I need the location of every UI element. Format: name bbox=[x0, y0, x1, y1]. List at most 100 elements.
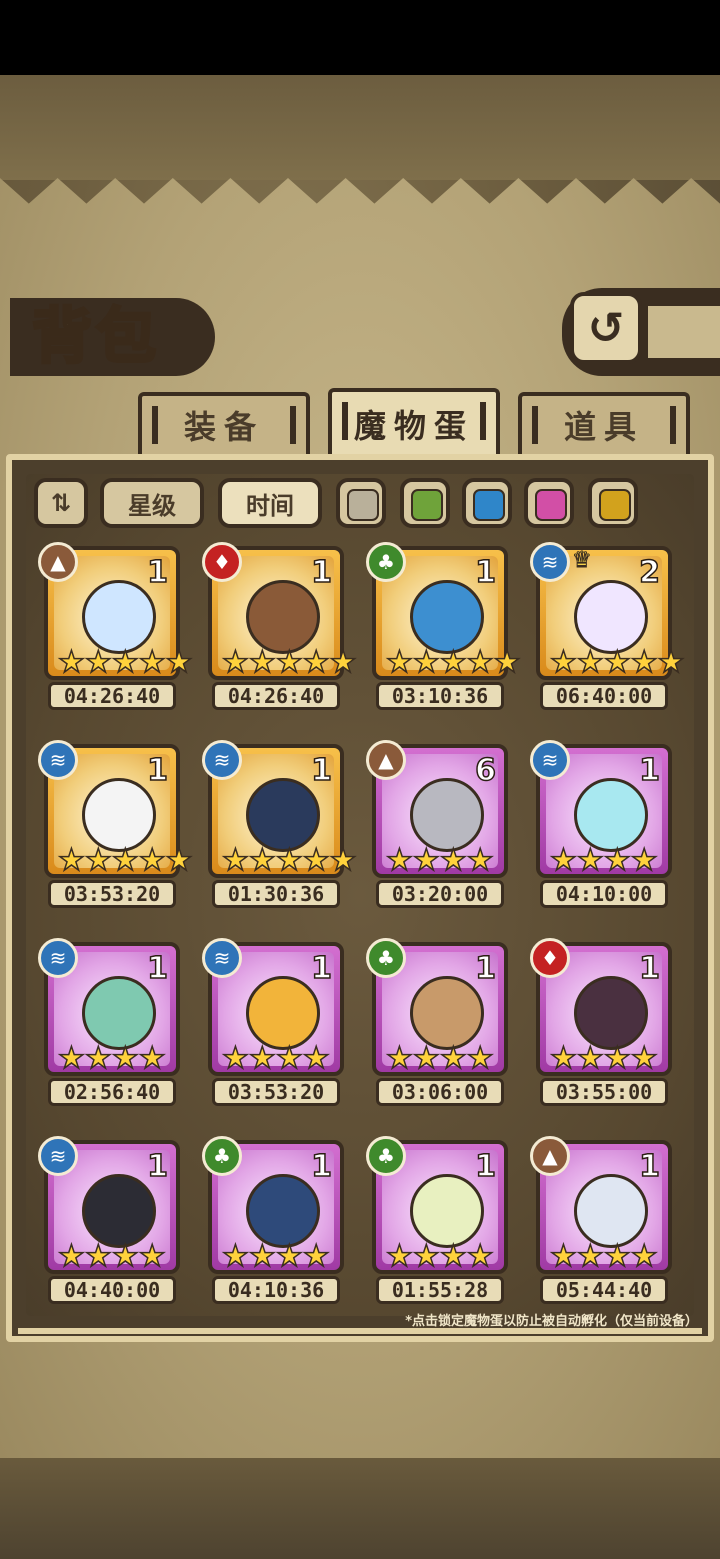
egg-card[interactable]: 1 ★ ★ ★ ★ ≋ 03:53:20 bbox=[202, 938, 348, 1112]
star-rating: ★ ★ ★ ★ bbox=[549, 1041, 658, 1076]
egg-image bbox=[246, 778, 320, 852]
egg-card[interactable]: 1 ★ ★ ★ ★ ★ ♦ 04:26:40 bbox=[202, 542, 357, 716]
star-icon: ★ bbox=[111, 1239, 139, 1274]
star-rating: ★ ★ ★ ★ ★ bbox=[385, 645, 521, 680]
egg-count: 1 bbox=[146, 1148, 168, 1185]
hatch-timer: 01:30:36 bbox=[212, 880, 340, 908]
star-icon: ★ bbox=[603, 1041, 631, 1076]
tab-items[interactable]: 道具 bbox=[518, 392, 690, 454]
rarity-filter-blue[interactable] bbox=[462, 478, 512, 528]
egg-count: 1 bbox=[474, 554, 496, 591]
hatch-timer: 04:26:40 bbox=[48, 682, 176, 710]
egg-card[interactable]: 1 ★ ★ ★ ★ ★ ▲ 04:26:40 bbox=[38, 542, 193, 716]
page-title: 背包 bbox=[31, 301, 160, 374]
star-icon: ★ bbox=[275, 1041, 303, 1076]
star-icon: ★ bbox=[302, 1239, 330, 1274]
star-icon: ★ bbox=[439, 1041, 467, 1076]
element-water-icon: ≋ bbox=[202, 938, 242, 978]
egg-card[interactable]: 1 ★ ★ ★ ★ ♦ 03:55:00 bbox=[530, 938, 676, 1112]
map-band-bottom bbox=[0, 1455, 720, 1559]
filter-time-button[interactable]: 时间 bbox=[218, 478, 322, 528]
swatch-fill bbox=[599, 489, 631, 521]
star-icon: ★ bbox=[412, 843, 440, 878]
hatch-timer: 04:10:00 bbox=[540, 880, 668, 908]
hatch-timer: 03:55:00 bbox=[540, 1078, 668, 1106]
element-leaf-icon: ♣ bbox=[202, 1136, 242, 1176]
egg-count: 1 bbox=[638, 950, 660, 987]
star-icon: ★ bbox=[466, 645, 494, 680]
back-button[interactable]: ↺ bbox=[570, 292, 642, 364]
egg-card[interactable]: 1 ★ ★ ★ ★ ≋ 04:10:00 bbox=[530, 740, 676, 914]
star-icon: ★ bbox=[385, 645, 413, 680]
star-rating: ★ ★ ★ ★ bbox=[549, 843, 658, 878]
egg-count: 1 bbox=[310, 554, 332, 591]
element-water-icon: ≋ bbox=[202, 740, 242, 780]
star-icon: ★ bbox=[111, 645, 139, 680]
element-fire-icon: ♦ bbox=[202, 542, 242, 582]
star-icon: ★ bbox=[302, 1041, 330, 1076]
star-icon: ★ bbox=[165, 843, 193, 878]
egg-card[interactable]: 1 ★ ★ ★ ★ ♣ 03:06:00 bbox=[366, 938, 512, 1112]
sort-toggle-button[interactable]: ⇅ bbox=[34, 478, 88, 528]
hatch-timer: 03:53:20 bbox=[212, 1078, 340, 1106]
egg-image bbox=[410, 580, 484, 654]
star-icon: ★ bbox=[439, 645, 467, 680]
star-icon: ★ bbox=[57, 645, 85, 680]
egg-image bbox=[410, 976, 484, 1050]
star-icon: ★ bbox=[549, 1239, 577, 1274]
rarity-filter-gray[interactable] bbox=[336, 478, 386, 528]
hatch-timer: 03:06:00 bbox=[376, 1078, 504, 1106]
element-water-icon: ≋ bbox=[530, 542, 570, 582]
hatch-timer: 04:10:36 bbox=[212, 1276, 340, 1304]
rarity-filter-pink[interactable] bbox=[524, 478, 574, 528]
tab-monster-egg[interactable]: 魔物蛋 bbox=[328, 388, 500, 456]
star-icon: ★ bbox=[630, 645, 658, 680]
egg-card[interactable]: 1 ★ ★ ★ ★ ≋ 04:40:00 bbox=[38, 1136, 184, 1310]
egg-image bbox=[410, 778, 484, 852]
star-icon: ★ bbox=[549, 645, 577, 680]
rarity-filter-gold[interactable] bbox=[588, 478, 638, 528]
star-icon: ★ bbox=[630, 1239, 658, 1274]
egg-card[interactable]: 1 ★ ★ ★ ★ ▲ 05:44:40 bbox=[530, 1136, 676, 1310]
egg-count: 2 bbox=[638, 554, 660, 591]
tab-equipment[interactable]: 装备 bbox=[138, 392, 310, 454]
star-rating: ★ ★ ★ ★ ★ bbox=[57, 843, 193, 878]
tab-divider bbox=[342, 402, 348, 440]
filter-star-button[interactable]: 星级 bbox=[100, 478, 204, 528]
egg-card[interactable]: 1 ★ ★ ★ ★ ★ ≋ 03:53:20 bbox=[38, 740, 193, 914]
star-rating: ★ ★ ★ ★ bbox=[221, 1041, 330, 1076]
star-rating: ★ ★ ★ ★ bbox=[57, 1043, 166, 1075]
rarity-filter-green[interactable] bbox=[400, 478, 450, 528]
swatch-fill bbox=[535, 489, 567, 521]
egg-card[interactable]: 1 ★ ★ ★ ★ ★ ♣ 03:10:36 bbox=[366, 542, 521, 716]
star-icon: ★ bbox=[275, 843, 303, 878]
lock-hint-text: *点击锁定魔物蛋以防止被自动孵化（仅当前设备） bbox=[405, 1314, 698, 1329]
star-icon: ★ bbox=[57, 843, 85, 878]
egg-card[interactable]: 1 ★ ★ ★ ★ ♣ 04:10:36 bbox=[202, 1136, 348, 1310]
star-icon: ★ bbox=[576, 1041, 604, 1076]
star-icon: ★ bbox=[466, 843, 494, 878]
egg-card[interactable]: 1 ★ ★ ★ ★ ≋ 02:56:40 bbox=[38, 938, 184, 1112]
egg-count: 1 bbox=[310, 950, 332, 987]
egg-card[interactable]: 1 ★ ★ ★ ★ ★ ≋ 01:30:36 bbox=[202, 740, 357, 914]
element-leaf-icon: ♣ bbox=[366, 1136, 406, 1176]
star-icon: ★ bbox=[549, 843, 577, 878]
element-water-icon: ≋ bbox=[38, 938, 78, 978]
element-fire-icon: ♦ bbox=[530, 938, 570, 978]
star-icon: ★ bbox=[221, 645, 249, 680]
egg-card[interactable]: 6 ★ ★ ★ ★ ▲ 03:20:00 bbox=[366, 740, 512, 914]
egg-image bbox=[82, 1174, 156, 1248]
element-water-icon: ≋ bbox=[38, 740, 78, 780]
star-rating: ★ ★ ★ ★ ★ bbox=[221, 843, 357, 878]
egg-card[interactable]: 2 ★ ★ ★ ★ ★ ≋ 06:40:00 bbox=[530, 542, 685, 716]
star-icon: ★ bbox=[385, 843, 413, 878]
back-strip bbox=[648, 306, 720, 358]
swatch-fill bbox=[411, 489, 443, 521]
star-rating: ★ ★ ★ ★ bbox=[221, 1239, 330, 1274]
egg-count: 1 bbox=[474, 1148, 496, 1185]
star-rating: ★ ★ ★ ★ bbox=[549, 1239, 658, 1274]
star-icon: ★ bbox=[111, 843, 139, 878]
egg-card[interactable]: 1 ★ ★ ★ ★ ♣ 01:55:28 bbox=[366, 1136, 512, 1310]
star-icon: ★ bbox=[412, 1239, 440, 1274]
map-band-top bbox=[0, 75, 720, 180]
